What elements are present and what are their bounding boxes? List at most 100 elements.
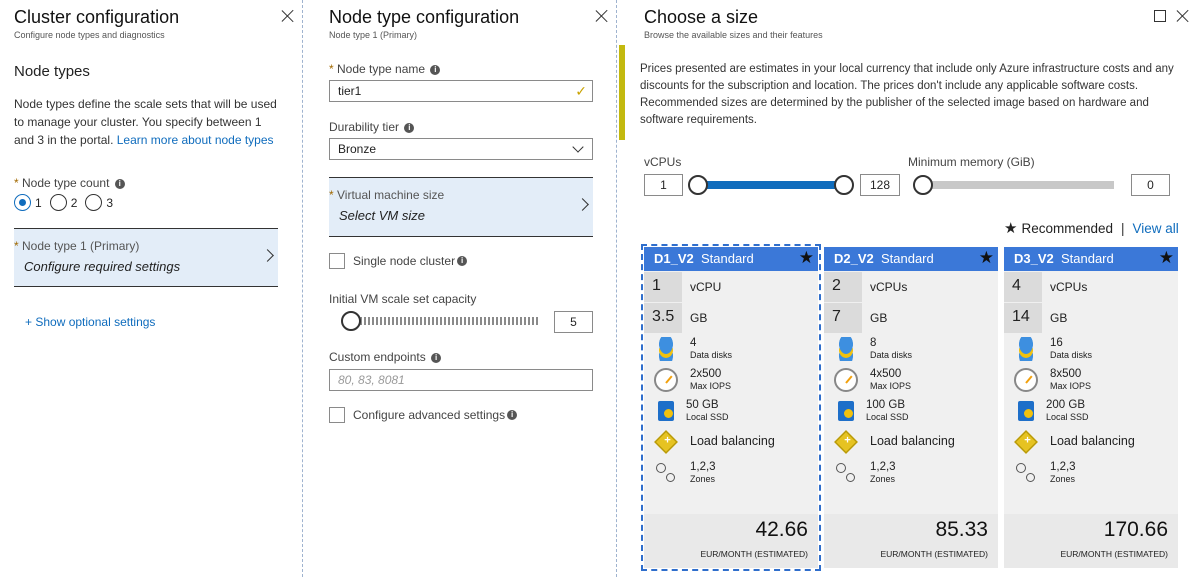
size-tier: Standard: [880, 251, 934, 266]
zones-label: Zones: [690, 473, 716, 484]
vcpu-unit: vCPU: [690, 280, 722, 294]
local-ssd-row: 200 GB Local SSD: [1004, 395, 1178, 426]
close-icon[interactable]: [281, 9, 295, 23]
star-icon: ★: [978, 248, 994, 267]
radio-option-2[interactable]: 2: [49, 194, 77, 211]
info-icon[interactable]: i: [430, 64, 441, 75]
choose-a-size-blade: Choose a size Browse the available sizes…: [619, 0, 1201, 577]
vcpus-min-input[interactable]: 1: [644, 174, 683, 196]
price-label: EUR/MONTH (ESTIMATED): [1060, 549, 1168, 559]
price-value: 42.66: [755, 518, 808, 541]
radio-selected-icon[interactable]: [14, 194, 31, 211]
close-icon[interactable]: [595, 9, 609, 23]
vcpu-unit: vCPUs: [870, 280, 908, 294]
ssd-icon: [1018, 400, 1034, 421]
vcpus-range-track[interactable]: [699, 181, 844, 189]
node-type-1-tile[interactable]: * Node type 1 (Primary) Configure requir…: [14, 228, 278, 287]
radio-option-1[interactable]: 1: [14, 194, 42, 211]
max-iops-value: 2x500: [690, 367, 722, 380]
zones-row: 1,2,3 Zones: [644, 457, 818, 488]
local-ssd-value: 200 GB: [1046, 398, 1085, 411]
info-icon[interactable]: i: [457, 256, 468, 266]
node-type-configuration-blade: Node type configuration Node type 1 (Pri…: [304, 0, 617, 577]
learn-more-link[interactable]: Learn more about node types: [117, 133, 274, 147]
capacity-slider-track[interactable]: [344, 317, 538, 325]
show-optional-settings-link[interactable]: + Show optional settings: [25, 315, 155, 329]
checkmark-icon: ✓: [575, 83, 587, 99]
info-icon[interactable]: i: [507, 410, 518, 420]
memory-row: 3.5 GB: [644, 303, 818, 333]
info-icon[interactable]: i: [114, 178, 125, 189]
size-card-d2-v2[interactable]: D2_V2 Standard ★ 2 vCPUs 7 GB 8 Data disk…: [824, 247, 998, 568]
star-icon: ★: [1004, 220, 1018, 237]
virtual-machine-size-tile[interactable]: * Virtual machine size Select VM size: [329, 177, 593, 237]
size-tier: Standard: [1060, 251, 1114, 266]
divider: |: [1121, 220, 1125, 236]
local-ssd-value: 50 GB: [686, 398, 719, 411]
memory-input[interactable]: 0: [1131, 174, 1170, 196]
cluster-configuration-blade: Cluster configuration Configure node typ…: [0, 0, 303, 577]
zones-label: Zones: [870, 473, 896, 484]
load-balancing-label: Load balancing: [1050, 434, 1135, 448]
radio-unselected-icon[interactable]: [85, 194, 103, 211]
vcpus-max-input[interactable]: 128: [860, 174, 900, 196]
chevron-right-icon: [261, 249, 274, 262]
node-type-count-radio-group: 1 2 3: [14, 194, 121, 211]
tile-value: Select VM size: [339, 208, 425, 223]
star-icon: ★: [1158, 248, 1174, 267]
vcpu-value: 1: [644, 272, 682, 302]
card-header: D2_V2 Standard ★: [824, 247, 998, 271]
radio-option-3[interactable]: 3: [85, 194, 113, 211]
capacity-input[interactable]: 5: [554, 311, 593, 333]
data-disks-row: 4 Data disks: [644, 333, 818, 364]
vcpu-unit: vCPUs: [1050, 280, 1088, 294]
node-type-name-input[interactable]: tier1 ✓: [329, 80, 593, 102]
data-disks-value: 8: [870, 336, 877, 349]
radio-label: 3: [106, 195, 114, 210]
radio-unselected-icon[interactable]: [49, 194, 67, 211]
vcpu-row: 4 vCPUs: [1004, 272, 1178, 302]
ssd-icon: [838, 400, 854, 421]
custom-endpoints-input[interactable]: 80, 83, 8081: [329, 369, 593, 391]
memory-slider-handle[interactable]: [913, 175, 933, 195]
input-value: tier1: [338, 84, 362, 98]
node-type-count-text: Node type count: [22, 176, 110, 190]
load-balancing-label: Load balancing: [690, 434, 775, 448]
chevron-right-icon: [576, 198, 589, 211]
close-icon[interactable]: [1176, 9, 1190, 23]
data-disks-row: 16 Data disks: [1004, 333, 1178, 364]
local-ssd-label: Local SSD: [686, 411, 729, 422]
vcpus-max-handle[interactable]: [834, 175, 854, 195]
single-node-cluster-checkbox[interactable]: [329, 253, 345, 269]
single-node-cluster-row: Single node cluster i: [329, 253, 468, 269]
node-type-count-label: * Node type count i: [14, 176, 125, 190]
gauge-icon: [654, 367, 678, 392]
zones-value: 1,2,3: [690, 460, 716, 473]
card-header: D3_V2 Standard ★: [1004, 247, 1178, 271]
local-ssd-label: Local SSD: [866, 411, 909, 422]
view-all-link[interactable]: View all: [1133, 221, 1179, 236]
info-icon[interactable]: i: [404, 122, 415, 133]
capacity-slider-handle[interactable]: [341, 311, 361, 331]
data-disks-value: 16: [1050, 336, 1063, 349]
blade-title: Choose a size: [644, 7, 759, 27]
load-balancing-row: Load balancing: [644, 426, 818, 457]
memory-slider-track[interactable]: [919, 181, 1114, 189]
vcpus-label: vCPUs: [644, 155, 682, 169]
price-label: EUR/MONTH (ESTIMATED): [880, 549, 988, 559]
vcpu-value: 2: [824, 272, 862, 302]
configure-advanced-checkbox[interactable]: [329, 407, 345, 423]
gauge-icon: [834, 367, 858, 392]
size-card-d3-v2[interactable]: D3_V2 Standard ★ 4 vCPUs 14 GB 16 Data di…: [1004, 247, 1178, 568]
size-card-d1-v2[interactable]: D1_V2 Standard ★ 1 vCPU 3.5 GB 4 Data dis…: [641, 244, 821, 571]
maximize-icon[interactable]: [1154, 10, 1166, 22]
vcpus-min-handle[interactable]: [688, 175, 708, 195]
durability-tier-dropdown[interactable]: Bronze: [329, 138, 593, 160]
max-iops-row: 8x500 Max IOPS: [1004, 364, 1178, 395]
load-balancing-label: Load balancing: [870, 434, 955, 448]
section-description: Node types define the scale sets that wi…: [14, 95, 284, 149]
info-icon[interactable]: i: [431, 352, 442, 363]
size-name: D3_V2: [1014, 251, 1054, 266]
size-name: D1_V2: [654, 251, 694, 266]
local-ssd-value: 100 GB: [866, 398, 905, 411]
